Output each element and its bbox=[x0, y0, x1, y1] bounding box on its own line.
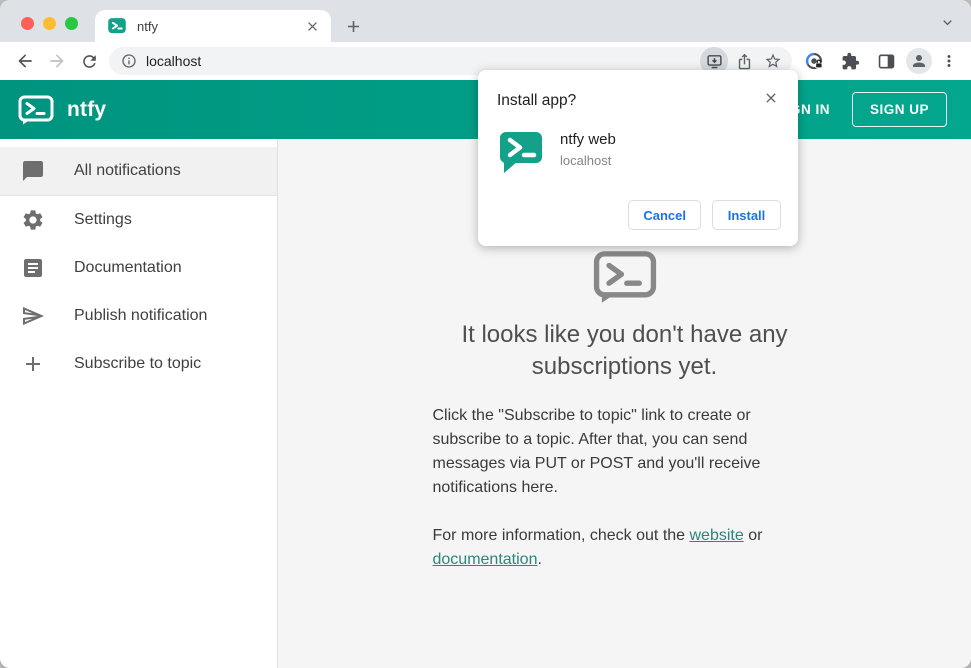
browser-window: ntfy localhost ntfy SIGN IN SIGN UP All … bbox=[0, 0, 971, 668]
dialog-app-name: ntfy web bbox=[560, 131, 616, 148]
gear-icon bbox=[23, 210, 43, 230]
tab-close-icon[interactable] bbox=[303, 17, 321, 35]
more-info-text: For more information, check out the bbox=[432, 527, 690, 544]
sidebar-item-label: Documentation bbox=[74, 259, 182, 276]
new-tab-button[interactable] bbox=[341, 14, 365, 38]
tab-strip: ntfy bbox=[0, 0, 971, 42]
empty-state-description: Click the "Subscribe to topic" link to c… bbox=[433, 404, 817, 572]
sidebar: All notifications Settings Documentation… bbox=[0, 139, 278, 668]
empty-state-more-info: For more information, check out the webs… bbox=[433, 524, 817, 572]
dialog-close-icon[interactable] bbox=[761, 88, 781, 108]
tab-title: ntfy bbox=[137, 18, 158, 34]
article-icon bbox=[24, 259, 42, 277]
cancel-button[interactable]: Cancel bbox=[628, 200, 701, 230]
profile-avatar[interactable] bbox=[906, 48, 932, 74]
dialog-app-origin: localhost bbox=[560, 153, 612, 168]
sidebar-item-label: Settings bbox=[74, 211, 132, 228]
empty-state-heading: It looks like you don't have any subscri… bbox=[461, 321, 788, 380]
minimize-window-button[interactable] bbox=[43, 17, 56, 30]
tab-search-chevron-icon[interactable] bbox=[936, 11, 958, 33]
more-info-text: . bbox=[537, 551, 542, 568]
website-link[interactable]: website bbox=[690, 527, 744, 544]
privacy-extension-icon[interactable] bbox=[798, 45, 830, 77]
more-info-text: or bbox=[743, 527, 763, 544]
close-window-button[interactable] bbox=[21, 17, 34, 30]
ntfy-logo-icon bbox=[18, 95, 54, 124]
sign-up-button[interactable]: SIGN UP bbox=[851, 92, 947, 127]
sidebar-item-label: All notifications bbox=[74, 162, 181, 179]
sidebar-item-label: Publish notification bbox=[74, 307, 208, 324]
forward-button[interactable] bbox=[41, 45, 73, 77]
sidebar-item-documentation[interactable]: Documentation bbox=[0, 244, 277, 292]
side-panel-icon[interactable] bbox=[870, 45, 902, 77]
ntfy-favicon-icon bbox=[108, 18, 126, 34]
browser-menu-icon[interactable] bbox=[936, 45, 962, 77]
chat-icon bbox=[23, 161, 43, 181]
sidebar-item-publish-notification[interactable]: Publish notification bbox=[0, 292, 277, 340]
install-app-dialog: Install app? ntfy web localhost Cancel I… bbox=[478, 70, 798, 246]
sidebar-item-subscribe-to-topic[interactable]: Subscribe to topic bbox=[0, 340, 277, 388]
toolbar-right-icons bbox=[798, 45, 962, 77]
sidebar-item-settings[interactable]: Settings bbox=[0, 196, 277, 244]
back-button[interactable] bbox=[9, 45, 41, 77]
dialog-app-icon bbox=[500, 132, 542, 173]
url-text[interactable]: localhost bbox=[146, 53, 697, 69]
maximize-window-button[interactable] bbox=[65, 17, 78, 30]
window-controls bbox=[21, 17, 78, 30]
plus-icon bbox=[26, 357, 40, 371]
ntfy-empty-state-icon bbox=[593, 251, 656, 303]
documentation-link[interactable]: documentation bbox=[433, 551, 538, 568]
reload-button[interactable] bbox=[73, 45, 105, 77]
site-info-icon[interactable] bbox=[121, 53, 137, 69]
dialog-title: Install app? bbox=[497, 92, 577, 109]
sidebar-item-label: Subscribe to topic bbox=[74, 355, 202, 372]
install-button[interactable]: Install bbox=[712, 200, 781, 230]
sidebar-item-all-notifications[interactable]: All notifications bbox=[0, 147, 277, 195]
extensions-puzzle-icon[interactable] bbox=[834, 45, 866, 77]
send-icon bbox=[23, 307, 44, 325]
browser-tab[interactable]: ntfy bbox=[95, 10, 331, 42]
empty-state-paragraph: Click the "Subscribe to topic" link to c… bbox=[432, 407, 761, 496]
